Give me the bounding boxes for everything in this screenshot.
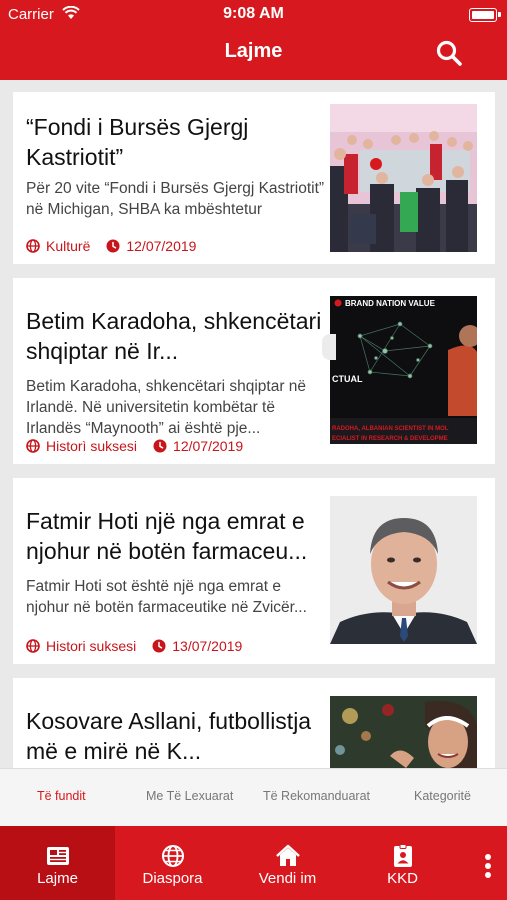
globe-icon [161, 845, 184, 867]
globe-icon [26, 439, 40, 453]
article-card[interactable]: “Fondi i Bursës Gjergj Kastriotit” Për 2… [13, 92, 495, 264]
app-header: Carrier 9:08 AM Lajme [0, 0, 507, 80]
tab-diaspora-label: Diaspora [142, 870, 203, 887]
article-thumbnail[interactable] [330, 696, 477, 768]
article-card[interactable]: Betim Karadoha, shkencëtari shqiptar në … [13, 278, 495, 464]
article-category[interactable]: Historì suksesi [46, 438, 137, 454]
thumb-caption: RADOHA, ALBANIAN SCIENTIST IN MOL [332, 426, 449, 432]
tab-homeland[interactable]: Vendi im [230, 826, 345, 900]
article-card[interactable]: Kosovare Asllani, futbollistja më e mirë… [13, 678, 495, 768]
tab-news[interactable]: Lajme [0, 826, 115, 900]
event-photo [330, 104, 477, 252]
clock-icon [152, 639, 166, 653]
home-icon [275, 844, 300, 866]
battery-icon [469, 8, 497, 22]
article-meta: Kulturë 12/07/2019 [26, 238, 196, 254]
status-bar: Carrier 9:08 AM [0, 0, 507, 28]
newspaper-icon [46, 847, 69, 865]
football-photo [330, 696, 477, 768]
search-icon[interactable] [435, 39, 463, 67]
portrait-photo [330, 496, 477, 644]
clock: 9:08 AM [223, 5, 284, 22]
page-title: Lajme [224, 40, 283, 62]
tab-homeland-label: Vendi im [258, 870, 317, 887]
article-title[interactable]: Kosovare Asllani, futbollistja më e mirë… [26, 706, 326, 766]
tab-diaspora[interactable]: Diaspora [115, 826, 230, 900]
article-category[interactable]: Kulturë [46, 238, 90, 254]
article-title[interactable]: “Fondi i Bursës Gjergj Kastriotit” [26, 112, 326, 172]
more-icon[interactable] [485, 854, 491, 878]
id-badge-icon [393, 844, 412, 867]
article-card[interactable]: Fatmir Hoti një nga emrat e njohur në bo… [13, 478, 495, 664]
article-summary: Betim Karadoha, shkencëtari shqiptar në … [26, 378, 307, 437]
article-date: 12/07/2019 [173, 438, 244, 454]
tab-news-label: Lajme [37, 870, 78, 887]
tab-latest[interactable]: Të fundit [37, 789, 86, 803]
article-thumbnail[interactable] [330, 104, 477, 252]
tab-recommended[interactable]: Të Rekomanduarat [263, 789, 370, 803]
carousel-handle[interactable] [322, 334, 336, 360]
article-category[interactable]: Histori suksesi [46, 638, 136, 654]
article-date: 12/07/2019 [126, 238, 197, 254]
tab-most-read[interactable]: Me Të Lexuarat [146, 789, 233, 803]
brain-graphic: BRAND NATION VALUE CTUAL RADOHA, ALBANIA… [330, 296, 477, 444]
article-date: 13/07/2019 [172, 638, 243, 654]
article-meta: Histori suksesi 13/07/2019 [26, 638, 242, 654]
article-thumbnail[interactable] [330, 496, 477, 644]
article-summary: Fatmir Hoti sot është një nga emrat e nj… [26, 578, 307, 616]
thumb-word: CTUAL [332, 374, 363, 384]
bottom-tab-bar: Lajme Diaspora Vendi im KKD [0, 826, 507, 900]
article-meta: Historì suksesi 12/07/2019 [26, 438, 243, 454]
tab-kkd-label: KKD [387, 870, 418, 887]
tab-kkd[interactable]: KKD [345, 826, 460, 900]
article-thumbnail[interactable]: BRAND NATION VALUE CTUAL RADOHA, ALBANIA… [330, 296, 477, 444]
thumb-brand-text: BRAND NATION VALUE [345, 299, 436, 308]
globe-icon [26, 239, 40, 253]
globe-icon [26, 639, 40, 653]
article-list[interactable]: “Fondi i Bursës Gjergj Kastriotit” Për 2… [0, 80, 507, 768]
thumb-caption: ECIALIST IN RESEARCH & DEVELOPME [332, 436, 448, 442]
article-summary: Për 20 vite “Fondi i Bursës Gjergj Kastr… [26, 180, 325, 218]
tab-categories[interactable]: Kategoritë [414, 789, 471, 803]
article-title[interactable]: Betim Karadoha, shkencëtari shqiptar në … [26, 306, 326, 366]
filter-tabs: Të fundit Me Të Lexuarat Të Rekomanduara… [0, 768, 507, 827]
article-title[interactable]: Fatmir Hoti një nga emrat e njohur në bo… [26, 506, 326, 566]
clock-icon [153, 439, 167, 453]
clock-icon [106, 239, 120, 253]
